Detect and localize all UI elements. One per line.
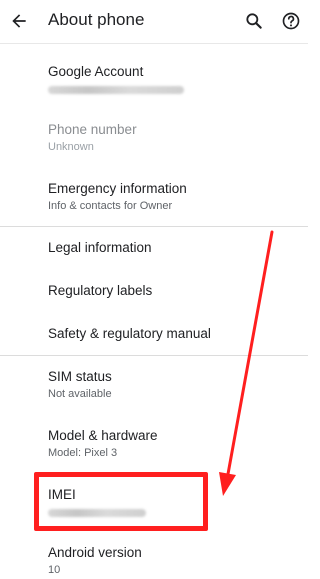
item-subtitle: Info & contacts for Owner — [48, 200, 173, 212]
list-item-legal-information[interactable]: Legal information — [0, 240, 308, 255]
item-subtitle: Unknown — [48, 141, 94, 153]
item-title: Regulatory labels — [48, 283, 153, 298]
list-item-safety-manual[interactable]: Safety & regulatory manual — [0, 326, 308, 341]
list-item-android-version[interactable]: Android version 10 — [0, 545, 308, 576]
imei-highlight-box — [34, 472, 208, 531]
item-subtitle: Not available — [48, 388, 112, 400]
item-title: Legal information — [48, 240, 152, 255]
item-title: Android version — [48, 545, 142, 560]
item-title: Google Account — [48, 64, 144, 79]
list-item-model-hardware[interactable]: Model & hardware Model: Pixel 3 — [0, 428, 308, 459]
section-divider — [0, 355, 308, 356]
page-title: About phone — [48, 10, 145, 29]
list-item-phone-number: Phone number Unknown — [0, 122, 308, 153]
item-title: SIM status — [48, 369, 112, 384]
redacted-email — [48, 86, 184, 94]
list-item-regulatory-labels[interactable]: Regulatory labels — [0, 283, 308, 298]
section-divider — [0, 226, 308, 227]
list-item-sim-status[interactable]: SIM status Not available — [0, 369, 308, 400]
item-title: Model & hardware — [48, 428, 158, 443]
list-item-emergency-information[interactable]: Emergency information Info & contacts fo… — [0, 181, 308, 212]
help-icon — [282, 12, 300, 30]
search-icon — [246, 13, 262, 29]
list-item-google-account[interactable]: Google Account — [0, 64, 308, 94]
item-title: Emergency information — [48, 181, 187, 196]
app-bar: About phone — [0, 0, 308, 44]
item-subtitle: Model: Pixel 3 — [48, 447, 118, 459]
item-subtitle: 10 — [48, 564, 61, 576]
search-button[interactable] — [242, 9, 266, 33]
help-button[interactable] — [279, 9, 303, 33]
item-title: Phone number — [48, 122, 137, 137]
back-button[interactable] — [6, 8, 32, 34]
item-title: Safety & regulatory manual — [48, 326, 211, 341]
arrow-back-icon — [12, 14, 26, 28]
